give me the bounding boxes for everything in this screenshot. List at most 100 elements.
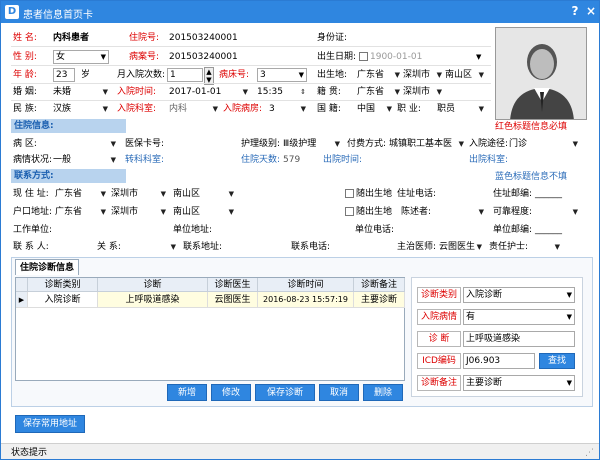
admit-count-field[interactable]: 1 — [167, 68, 203, 82]
birth-checkbox[interactable] — [359, 52, 368, 61]
job-value: 职员 — [437, 104, 456, 114]
birthplace-city-select[interactable]: 深圳市 ▼ — [403, 68, 443, 82]
native-province-select[interactable]: 广东省 ▼ — [357, 85, 401, 99]
reliability-label: 可靠程度: — [493, 207, 533, 217]
job-select[interactable]: 职员 ▼ — [437, 102, 485, 116]
close-icon[interactable]: × — [583, 3, 599, 19]
column-header: 诊断类别 — [28, 278, 98, 292]
hukou-city-select[interactable]: 深圳市 ▼ — [111, 205, 167, 219]
save-address-button[interactable]: 保存常用地址 — [15, 415, 85, 433]
admit-time-picker[interactable]: 15:35 ⇕ — [257, 85, 307, 99]
narrator-label: 陈述者: — [401, 207, 432, 217]
address-district-select[interactable]: 南山区 ▼ — [173, 187, 235, 201]
days-label: 住院天数: — [241, 155, 281, 165]
case-no-field[interactable]: 201503240001 — [169, 50, 238, 64]
marriage-select[interactable]: 未婚 ▼ — [53, 85, 109, 99]
narrator-select[interactable]: ▼ — [437, 205, 485, 219]
divider — [11, 100, 491, 101]
address-zip-field[interactable]: ______ — [535, 187, 562, 201]
workplace-label: 工作单位: — [13, 225, 53, 235]
diag-label: 诊 断 — [417, 331, 461, 347]
area-select[interactable]: ▼ — [53, 137, 117, 151]
dept-value: 内科 — [169, 104, 188, 114]
patient-photo[interactable] — [495, 27, 587, 120]
inpatient-no-field[interactable]: 201503240001 — [169, 31, 238, 45]
chevron-down-icon: ▼ — [572, 208, 578, 216]
hukou-district-select[interactable]: 南山区 ▼ — [173, 205, 235, 219]
chevron-down-icon: ▼ — [242, 88, 248, 96]
tab-diagnosis[interactable]: 住院诊断信息 — [15, 259, 79, 275]
spinner-icon: ⇕ — [300, 88, 306, 96]
bed-select[interactable]: 3 ▼ — [257, 68, 307, 82]
birth-picker[interactable]: 1900-01-01 — [359, 50, 422, 64]
row-header — [16, 278, 28, 292]
address-province-select[interactable]: 广东省 ▼ — [55, 187, 107, 201]
help-icon[interactable]: ? — [567, 3, 583, 19]
chevron-down-icon[interactable]: ▼ — [476, 50, 481, 64]
status-text: 状态提示 — [11, 448, 48, 458]
hukou-district-value: 南山区 — [173, 207, 201, 217]
nation-value: 汉族 — [53, 104, 72, 114]
icd-field[interactable]: J06.903 — [463, 353, 535, 369]
resize-grip-icon[interactable]: ⋰ — [585, 446, 594, 459]
ward-label: 入院病房: — [223, 104, 263, 114]
nation-select[interactable]: 汉族 ▼ — [53, 102, 109, 116]
address-city-select[interactable]: 深圳市 ▼ — [111, 187, 167, 201]
inpatient-no-label: 住院号: — [129, 33, 160, 43]
work-zip-field[interactable]: ______ — [535, 223, 562, 237]
row-pointer-icon: ▶ — [16, 292, 28, 308]
table-cell[interactable]: 2016-08-23 15:57:19 — [258, 292, 354, 308]
column-header: 诊断医生 — [208, 278, 258, 292]
relation-label: 关 系: — [97, 242, 121, 252]
save-diagnosis-button[interactable]: 保存诊断 — [255, 384, 315, 401]
admit-condition-select[interactable]: 有 ▼ — [463, 309, 575, 325]
edit-button[interactable]: 修改 — [211, 384, 251, 401]
chevron-down-icon: ▼ — [298, 71, 304, 79]
ward-select[interactable]: 3 ▼ — [269, 102, 307, 116]
cancel-button[interactable]: 取消 — [319, 384, 359, 401]
name-field[interactable]: 内科患者 — [53, 31, 89, 45]
birthplace-province-select[interactable]: 广东省 ▼ — [357, 68, 401, 82]
care-value: Ⅲ级护理 — [283, 139, 317, 149]
add-button[interactable]: 新增 — [167, 384, 207, 401]
divider — [11, 83, 491, 84]
table-cell[interactable]: 云图医生 — [208, 292, 258, 308]
age-field[interactable]: 23 — [53, 68, 75, 82]
same-birth-checkbox-2[interactable]: 随出生地 — [345, 205, 392, 219]
table-cell[interactable]: 上呼吸道感染 — [98, 292, 208, 308]
table-cell[interactable]: 入院诊断 — [28, 292, 98, 308]
dept-select[interactable]: 内科 ▼ — [169, 102, 219, 116]
diag-remark-select[interactable]: 主要诊断 ▼ — [463, 375, 575, 391]
case-no-label: 病案号: — [129, 52, 160, 62]
hukou-province-select[interactable]: 广东省 ▼ — [55, 205, 107, 219]
birthplace-city-value: 深圳市 — [403, 70, 431, 80]
admit-date-picker[interactable]: 2017-01-01 ▼ — [169, 85, 249, 99]
payment-select[interactable]: 城镇职工基本医 ▼ — [389, 137, 465, 151]
diag-field[interactable]: 上呼吸道感染 — [463, 331, 575, 347]
gender-select[interactable]: 女 ▼ — [53, 50, 109, 64]
nurse-select[interactable]: ▼ — [531, 240, 561, 254]
route-select[interactable]: 门诊 ▼ — [509, 137, 579, 151]
condition-select[interactable]: 一般 ▼ — [53, 153, 117, 167]
care-select[interactable]: Ⅲ级护理 ▼ — [283, 137, 341, 151]
birthplace-district-value: 南山区 — [445, 70, 473, 80]
route-label: 入院途径: — [469, 139, 509, 149]
icd-search-button[interactable]: 查找 — [539, 353, 575, 369]
same-birth-checkbox[interactable]: 随出生地 — [345, 187, 392, 201]
chevron-down-icon: ▼ — [300, 105, 306, 113]
chevron-down-icon: ▼ — [386, 105, 392, 113]
nation-label: 民 族: — [13, 104, 37, 114]
doctor-select[interactable]: 云图医生 ▼ — [439, 240, 483, 254]
column-header: 诊断 — [98, 278, 208, 292]
native-city-select[interactable]: 深圳市 ▼ — [403, 85, 443, 99]
relation-select[interactable]: ▼ — [137, 240, 177, 254]
section-inpatient: 住院信息: — [11, 119, 126, 133]
bed-label: 病床号: — [219, 70, 250, 80]
delete-button[interactable]: 删除 — [363, 384, 403, 401]
birthplace-district-select[interactable]: 南山区 ▼ — [445, 68, 485, 82]
section-contact: 联系方式: — [11, 169, 126, 183]
table-cell[interactable]: 主要诊断 — [354, 292, 405, 308]
nationality-select[interactable]: 中国 ▼ — [357, 102, 393, 116]
reliability-select[interactable]: ▼ — [535, 205, 579, 219]
diag-type-select[interactable]: 入院诊断 ▼ — [463, 287, 575, 303]
